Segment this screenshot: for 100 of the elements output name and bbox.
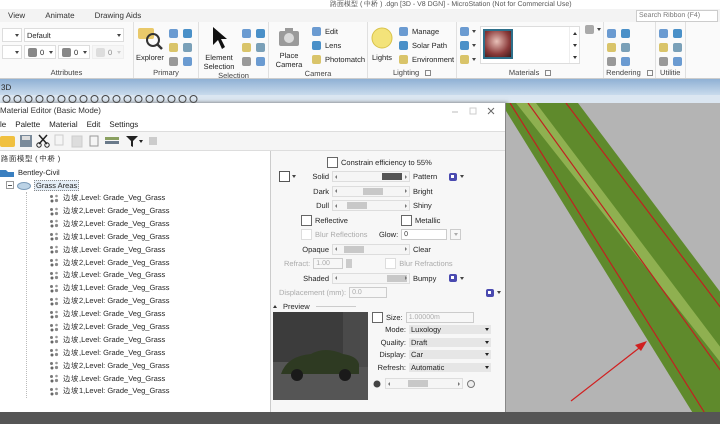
expand-icon[interactable] <box>572 56 577 58</box>
slider-thumb[interactable] <box>363 188 384 195</box>
tool-icon <box>658 28 669 39</box>
checkbox[interactable] <box>327 156 338 168</box>
tool-icon <box>168 56 179 67</box>
view-label: 3D <box>0 82 12 92</box>
menu-item[interactable]: Settings <box>109 120 138 129</box>
tool-icon <box>311 54 322 65</box>
collapse-icon[interactable] <box>6 181 14 190</box>
dialog-launcher-icon[interactable] <box>545 70 552 76</box>
caret-icon <box>83 50 87 54</box>
caret-icon <box>292 175 296 178</box>
camera-icon <box>277 26 301 48</box>
checkbox[interactable] <box>401 214 412 226</box>
slider[interactable] <box>332 272 410 284</box>
tool-icon <box>95 46 106 58</box>
tool-icon <box>606 28 618 39</box>
collapse-icon[interactable] <box>273 304 277 308</box>
ribbon-tab[interactable]: Animate <box>43 10 77 21</box>
caret-icon <box>15 34 19 36</box>
caret-icon <box>15 50 19 54</box>
material-icon <box>49 322 59 332</box>
dialog-title: Material Editor (Basic Mode) <box>0 106 101 115</box>
tool-icon <box>398 40 410 51</box>
map-icon <box>448 273 458 284</box>
bulb-icon <box>370 26 394 50</box>
slider-thumb[interactable] <box>344 246 364 253</box>
map-button[interactable] <box>448 172 464 182</box>
color-button[interactable] <box>279 171 290 182</box>
tool-icon <box>255 56 266 67</box>
palette-icon <box>17 180 31 190</box>
folder-icon <box>0 134 16 148</box>
slider-thumb[interactable] <box>347 202 368 210</box>
dialog-launcher-icon[interactable] <box>425 70 432 76</box>
tool-icon <box>606 56 618 67</box>
material-icon <box>49 232 59 242</box>
tool-icon <box>146 134 160 148</box>
dropdown[interactable] <box>2 28 22 42</box>
tool-icon <box>606 42 618 53</box>
tool-icon <box>27 46 38 58</box>
menu-item[interactable]: le <box>0 120 6 129</box>
slider-thumb[interactable] <box>382 173 402 180</box>
material-icon <box>49 348 59 358</box>
tool-icon <box>168 28 179 39</box>
material-icon <box>49 335 59 344</box>
dropdown[interactable] <box>2 45 22 59</box>
material-icon <box>49 194 59 203</box>
dialog-launcher-icon[interactable] <box>646 70 653 76</box>
scroll-down-icon[interactable] <box>572 44 577 46</box>
tool-icon <box>672 56 683 67</box>
tool-icon <box>61 46 72 58</box>
slider[interactable] <box>332 244 410 255</box>
ribbon-tab[interactable]: View <box>6 10 28 21</box>
sun-icon <box>372 378 382 389</box>
ribbon-tab[interactable]: Drawing Aids <box>92 10 144 21</box>
tool-icon <box>620 28 632 39</box>
material-icon <box>49 270 59 280</box>
tool-icon <box>182 42 193 53</box>
tool-icon <box>182 56 193 67</box>
scroll-up-icon[interactable] <box>572 32 577 34</box>
tool-icon <box>241 28 252 39</box>
map-icon <box>448 172 458 182</box>
arrow-pointer-icon <box>211 26 227 50</box>
tool-icon <box>459 54 470 65</box>
slider-thumb[interactable] <box>386 274 407 282</box>
slider[interactable] <box>332 171 410 182</box>
menu-item[interactable]: Edit <box>86 120 100 129</box>
paste-icon <box>70 134 84 148</box>
tool-icon <box>459 40 470 51</box>
tool-icon <box>182 28 193 39</box>
material-icon <box>49 206 59 216</box>
material-icon <box>49 310 59 319</box>
material-icon <box>49 361 59 370</box>
map-icon <box>485 288 495 298</box>
caret-icon <box>472 44 476 47</box>
tool-icon <box>398 26 410 37</box>
dropdown-button[interactable] <box>450 229 462 240</box>
menu-item[interactable]: Material <box>49 120 78 129</box>
slider-thumb[interactable] <box>408 380 428 388</box>
slider[interactable] <box>332 200 410 212</box>
tool-icon <box>658 42 669 53</box>
caret-icon <box>117 34 121 36</box>
slider[interactable] <box>385 378 463 390</box>
tool-icon <box>459 26 470 37</box>
tool-icon <box>672 28 683 39</box>
menu-item[interactable]: Palette <box>15 120 40 129</box>
map-button[interactable] <box>448 273 464 284</box>
folder-icon <box>0 168 14 177</box>
sun-icon <box>466 378 476 389</box>
tool-icon <box>584 24 596 35</box>
maximize-icon <box>469 106 477 114</box>
material-swatch[interactable] <box>483 29 514 59</box>
slider[interactable] <box>332 186 410 197</box>
tool-icon <box>241 42 252 53</box>
caret-icon <box>472 30 476 33</box>
caret-icon <box>117 50 121 54</box>
material-icon <box>49 258 59 268</box>
cut-icon <box>36 134 50 148</box>
material-icon <box>49 284 59 293</box>
checkbox[interactable] <box>301 214 312 226</box>
